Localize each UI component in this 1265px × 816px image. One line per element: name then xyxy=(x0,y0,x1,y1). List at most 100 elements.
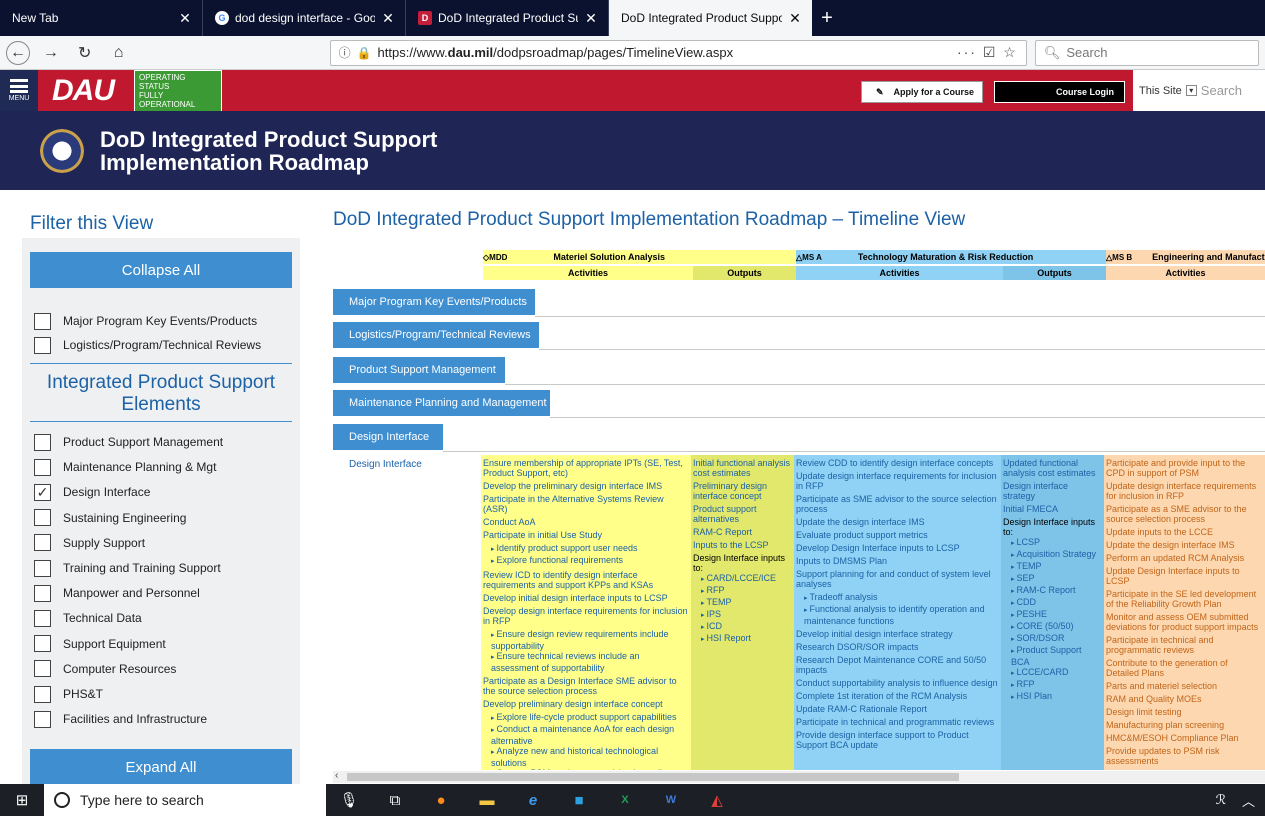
menu-button[interactable]: MENU xyxy=(0,70,38,111)
store-icon[interactable]: ■ xyxy=(556,784,602,816)
list-item[interactable]: CARD/LCCE/ICE xyxy=(701,573,792,585)
course-login-button[interactable]: Course Login xyxy=(994,81,1125,103)
category-product-support-mgmt[interactable]: Product Support Management xyxy=(333,357,505,383)
checkbox[interactable] xyxy=(34,685,51,703)
list-item[interactable]: Functional analysis to identify operatio… xyxy=(804,604,999,626)
checkbox[interactable] xyxy=(34,534,51,552)
activity-item[interactable]: Update Design Interface inputs to LCSP xyxy=(1106,566,1263,586)
list-item[interactable]: SEP xyxy=(1011,573,1102,585)
activity-item[interactable]: Research DSOR/SOR impacts xyxy=(796,642,999,652)
checkbox[interactable] xyxy=(34,509,51,527)
filter-sustaining-engineering[interactable]: Sustaining Engineering xyxy=(34,508,186,528)
list-item[interactable]: Explore life-cycle product support capab… xyxy=(491,712,689,724)
checkbox[interactable] xyxy=(34,584,51,602)
activity-item[interactable]: Inputs to DMSMS Plan xyxy=(796,556,999,566)
checkbox[interactable] xyxy=(34,336,51,354)
taskbar-search-input[interactable]: Type here to search xyxy=(44,784,326,816)
activity-item[interactable]: Support planning for and conduct of syst… xyxy=(796,569,999,589)
list-item[interactable]: Acquisition Strategy xyxy=(1011,549,1102,561)
info-icon[interactable]: ⓘ xyxy=(339,44,351,61)
filter-supply-support[interactable]: Supply Support xyxy=(34,533,145,553)
expand-all-button[interactable]: Expand All xyxy=(30,749,292,785)
checkbox[interactable] xyxy=(34,312,51,330)
list-item[interactable]: HSI Report xyxy=(701,633,792,645)
activity-item[interactable]: Develop preliminary design interface con… xyxy=(483,699,689,709)
activity-item[interactable]: Participate as a Design Interface SME ad… xyxy=(483,676,689,696)
operating-status-badge[interactable]: OPERATING STATUS FULLY OPERATIONAL xyxy=(134,69,222,112)
list-item[interactable]: Identify product support user needs xyxy=(491,543,689,555)
close-icon[interactable]: ✕ xyxy=(178,10,192,27)
filter-major-program[interactable]: Major Program Key Events/Products xyxy=(34,311,257,331)
design-interface-row-label[interactable]: Design Interface xyxy=(349,459,422,470)
list-item[interactable]: TEMP xyxy=(1011,561,1102,573)
list-item[interactable]: HSI Plan xyxy=(1011,691,1102,703)
list-item[interactable]: Conduct a maintenance AoA for each desig… xyxy=(491,724,689,746)
scrollbar-thumb[interactable] xyxy=(347,773,959,781)
activity-item[interactable]: Parts and materiel selection xyxy=(1106,681,1263,691)
site-search-input[interactable]: Search xyxy=(1201,83,1242,98)
list-item[interactable]: CORE (50/50) xyxy=(1011,621,1102,633)
browser-search-input[interactable]: 🔍︎ Search xyxy=(1034,39,1259,66)
activity-item[interactable]: Review CDD to identify design interface … xyxy=(796,458,999,468)
filter-facilities-and-infrastructure[interactable]: Facilities and Infrastructure xyxy=(34,709,207,729)
excel-icon[interactable]: X xyxy=(602,784,648,816)
list-item[interactable]: Product Support BCA xyxy=(1011,645,1102,667)
activity-item[interactable]: RAM and Quality MOEs xyxy=(1106,694,1263,704)
filter-support-equipment[interactable]: Support Equipment xyxy=(34,634,166,654)
activity-item[interactable]: Research Depot Maintenance CORE and 50/5… xyxy=(796,655,999,675)
checkbox[interactable] xyxy=(34,559,51,577)
activity-item[interactable]: Participate as SME advisor to the source… xyxy=(796,494,999,514)
forward-arrow-icon[interactable]: → xyxy=(38,40,64,66)
list-item[interactable]: RFP xyxy=(701,585,792,597)
activity-item[interactable]: HMC&M/ESOH Compliance Plan xyxy=(1106,733,1263,743)
checkbox[interactable] xyxy=(34,710,51,728)
activity-item[interactable]: Update design interface requirements for… xyxy=(796,471,999,491)
output-item[interactable]: Product support alternatives xyxy=(693,504,792,524)
filter-phs-t[interactable]: PHS&T xyxy=(34,684,103,704)
output-item[interactable]: Design interface strategy xyxy=(1003,481,1102,501)
category-maintenance-planning[interactable]: Maintenance Planning and Management xyxy=(333,390,550,416)
tab-google-search[interactable]: G dod design interface - Google Search ✕ xyxy=(203,0,406,36)
people-icon[interactable]: ℛ xyxy=(1216,792,1226,808)
activity-item[interactable]: Develop Design Interface inputs to LCSP xyxy=(796,543,999,553)
page-actions-icon[interactable]: ··· ☑ ☆ xyxy=(957,44,1018,61)
list-item[interactable]: IPS xyxy=(701,609,792,621)
checkbox[interactable] xyxy=(34,660,51,678)
activity-item[interactable]: Update inputs to SEP xyxy=(1106,769,1263,770)
lock-icon[interactable]: 🔒 xyxy=(357,46,372,60)
site-search[interactable]: This Site ▾ Search xyxy=(1133,70,1265,111)
activity-item[interactable]: Conduct supportability analysis to influ… xyxy=(796,678,999,688)
activity-item[interactable]: Develop the preliminary design interface… xyxy=(483,481,689,491)
close-icon[interactable]: ✕ xyxy=(381,10,395,27)
output-item[interactable]: RAM-C Report xyxy=(693,527,792,537)
activity-item[interactable]: Complete 1st iteration of the RCM Analys… xyxy=(796,691,999,701)
activity-item[interactable]: Monitor and assess OEM submitted deviati… xyxy=(1106,612,1263,632)
file-explorer-icon[interactable]: ▬ xyxy=(464,784,510,816)
activity-item[interactable]: Update inputs to the LCCE xyxy=(1106,527,1263,537)
activity-item[interactable]: Participate in technical and programmati… xyxy=(796,717,999,727)
activity-item[interactable]: Update design interface requirements for… xyxy=(1106,481,1263,501)
activity-item[interactable]: Update the design interface IMS xyxy=(1106,540,1263,550)
reload-icon[interactable]: ↻ xyxy=(72,40,98,66)
activity-item[interactable]: Manufacturing plan screening xyxy=(1106,720,1263,730)
list-item[interactable]: RFP xyxy=(1011,679,1102,691)
filter-manpower-and-personnel[interactable]: Manpower and Personnel xyxy=(34,583,200,603)
checkbox[interactable] xyxy=(34,433,51,451)
activity-item[interactable]: Participate as a SME advisor to the sour… xyxy=(1106,504,1263,524)
output-item[interactable]: Updated functional analysis cost estimat… xyxy=(1003,458,1102,478)
activity-item[interactable]: Conduct AoA xyxy=(483,517,689,527)
checkbox[interactable] xyxy=(34,635,51,653)
filter-logistics-reviews[interactable]: Logistics/Program/Technical Reviews xyxy=(34,335,261,355)
activity-item[interactable]: Develop initial design interface strateg… xyxy=(796,629,999,639)
task-view-icon[interactable]: ⧉ xyxy=(372,784,418,816)
activity-item[interactable]: Participate in the SE led development of… xyxy=(1106,589,1263,609)
activity-item[interactable]: Develop initial design interface inputs … xyxy=(483,593,689,603)
filter-design-interface[interactable]: ✓ Design Interface xyxy=(34,482,150,502)
output-item[interactable]: Preliminary design interface concept xyxy=(693,481,792,501)
list-item[interactable]: Tradeoff analysis xyxy=(804,592,999,604)
list-item[interactable]: Analyze new and historical technological… xyxy=(491,746,689,768)
filter-maintenance-planning-mgt[interactable]: Maintenance Planning & Mgt xyxy=(34,457,216,477)
collapse-all-button[interactable]: Collapse All xyxy=(30,252,292,288)
activity-item[interactable]: Participate in initial Use Study xyxy=(483,530,689,540)
checkbox[interactable] xyxy=(34,609,51,627)
